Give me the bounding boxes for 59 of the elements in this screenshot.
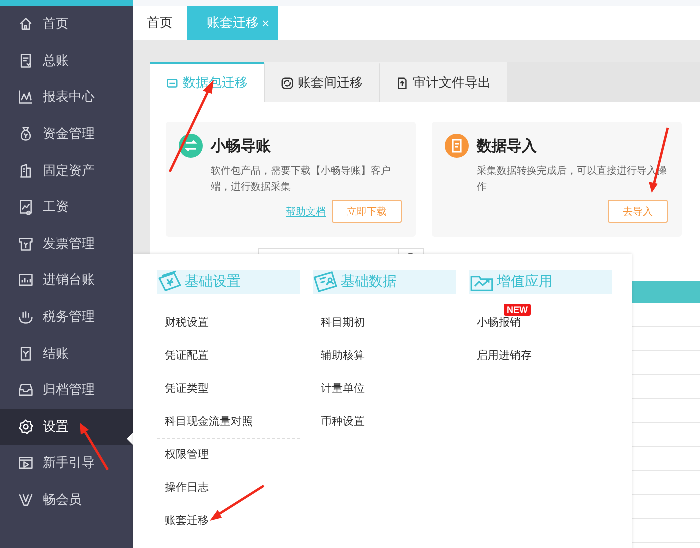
screen-icon (166, 76, 179, 90)
sidebar-item[interactable]: 归档管理 (0, 372, 133, 409)
id-card-icon (313, 270, 339, 294)
monitor-icon (18, 272, 34, 288)
page-tab[interactable]: 首页 (137, 6, 183, 40)
annotation-arrow (210, 484, 265, 521)
sidebar-item[interactable]: 进销台账 (0, 262, 133, 299)
video-icon (18, 455, 34, 472)
annotation-arrow (649, 128, 670, 193)
card-title: 数据导入 (477, 136, 537, 156)
sub-tab[interactable]: 账套间迁移 (264, 62, 379, 102)
menu-item[interactable]: 科目现金流量对照 (165, 414, 253, 429)
menu-item[interactable]: 凭证类型 (165, 381, 209, 396)
settings-icon (18, 418, 34, 435)
chart-icon (18, 89, 34, 106)
sidebar-item[interactable]: 发票管理 (0, 226, 133, 262)
sidebar-item[interactable]: 结账 (0, 335, 133, 372)
menu-column-title: 增值应用 (497, 273, 553, 291)
menu-item[interactable]: 科目期初 (321, 315, 365, 330)
sidebar-item[interactable]: 工资 (0, 188, 133, 226)
upload-icon (396, 76, 409, 90)
sidebar-item[interactable]: 总账 (0, 42, 133, 80)
sidebar-item[interactable]: 新手引导 (0, 445, 133, 482)
menu-item[interactable]: 账套迁移 (165, 513, 209, 528)
document-icon (18, 346, 34, 362)
menu-item[interactable]: 小畅报销 (477, 315, 521, 330)
menu-item[interactable]: 财税设置 (165, 315, 209, 330)
menu-item[interactable]: 权限管理 (165, 447, 209, 462)
money-bag-icon (18, 126, 34, 142)
menu-item[interactable]: 计量单位 (321, 381, 365, 396)
home-icon (18, 16, 34, 32)
sidebar-item[interactable]: 固定资产 (0, 152, 133, 189)
hand-icon (18, 309, 34, 326)
menu-column-title: 基础设置 (185, 273, 241, 291)
sidebar-item[interactable]: 设置 (0, 408, 133, 446)
menu-item[interactable]: 币种设置 (321, 414, 365, 429)
sub-tab[interactable]: 审计文件导出 (379, 62, 507, 102)
money-card-icon (157, 270, 183, 294)
card-title: 小畅导账 (211, 136, 271, 156)
building-icon (18, 162, 34, 179)
image-icon (18, 199, 34, 216)
menu-column-title: 基础数据 (341, 273, 397, 291)
menu-item[interactable]: 辅助核算 (321, 348, 365, 363)
inbox-icon (18, 382, 34, 398)
refresh-icon (281, 76, 294, 90)
sidebar-item[interactable]: 税务管理 (0, 298, 133, 336)
menu-item[interactable]: 凭证配置 (165, 348, 209, 363)
sidebar-item[interactable]: 资金管理 (0, 116, 133, 152)
sidebar-item[interactable]: 首页 (0, 6, 133, 43)
annotation-arrow (80, 423, 110, 471)
document-icon (18, 52, 34, 69)
menu-item[interactable]: 启用进销存 (477, 348, 532, 363)
card-description: 软件包产品，需要下载【小畅导账】客户端，进行数据采集 (211, 164, 392, 195)
new-badge: NEW (504, 304, 531, 316)
sidebar-item[interactable]: 报表中心 (0, 79, 133, 116)
menu-item[interactable]: 操作日志 (165, 480, 209, 495)
v-logo-icon (18, 492, 34, 508)
sidebar-item[interactable]: 畅会员 (0, 482, 133, 518)
receipt-icon (18, 236, 34, 252)
